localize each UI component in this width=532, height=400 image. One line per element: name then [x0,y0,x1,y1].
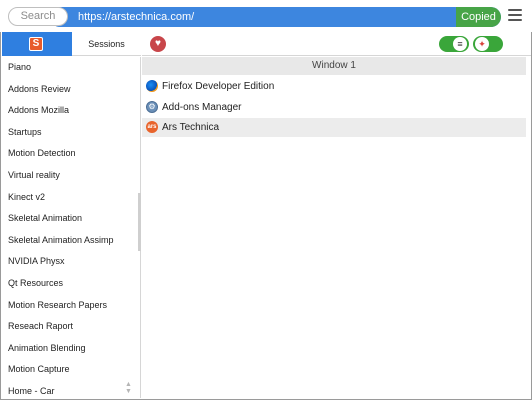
sidebar-item-session[interactable]: Reseach Raport [2,316,140,338]
tab-row[interactable]: Firefox Developer Edition [142,77,526,96]
tab-title: Ars Technica [162,122,220,133]
scroll-arrows-icon[interactable]: ▲ ▼ [124,381,133,395]
session-list: Piano Addons Review Addons Mozilla Startups… [2,57,141,398]
search-input[interactable]: Search [8,7,68,26]
sidebar-item-session[interactable]: Motion Capture [2,359,140,381]
sidebar-item-session[interactable]: Animation Blending [2,338,140,360]
addons-icon: ⚙ [146,100,158,113]
heart-icon[interactable]: ♥ [150,36,166,52]
hamburger-menu-icon[interactable] [508,9,522,23]
window-panel: Window 1 Firefox Developer Edition ⚙ Add… [142,57,531,398]
tab-sessions[interactable]: Sessions [72,32,141,56]
stack-icon: ≡ [453,37,467,51]
sidebar-item-session[interactable]: Qt Resources [2,273,140,295]
tab-row[interactable]: ⚙ Add-ons Manager [142,98,526,117]
sidebar-item-session[interactable]: Piano [2,57,140,79]
sidebar-item-session[interactable]: Virtual reality [2,165,140,187]
sidebar-item-session[interactable]: Home - Car [2,381,140,398]
ars-technica-icon: ars [146,121,158,133]
sidebar-item-session[interactable]: Addons Mozilla [2,100,140,122]
top-bar: https://arstechnica.com/ Copied Search [0,0,532,32]
tab-title: Firefox Developer Edition [162,81,275,92]
session-buddy-logo-icon: S [29,37,43,51]
main-toolbar: ♥ ≡ ✦ [142,32,531,56]
sidebar-item-session[interactable]: Addons Review [2,79,140,101]
sidebar-item-session[interactable]: Motion Research Papers [2,295,140,317]
tab-row-selected[interactable]: ars Ars Technica [142,118,526,137]
pin-icon: ✦ [475,37,489,51]
stack-toggle[interactable]: ≡ [439,36,469,52]
sidebar-item-session[interactable]: Startups [2,122,140,144]
sidebar-item-session[interactable]: NVIDIA Physx [2,251,140,273]
url-text[interactable]: https://arstechnica.com/ [78,7,194,27]
url-bar[interactable]: https://arstechnica.com/ Copied [50,7,501,27]
sidebar-item-session[interactable]: Motion Detection [2,143,140,165]
sidebar-item-session[interactable]: Skeletal Animation [2,208,140,230]
tab-saved-sessions[interactable]: S [2,32,72,56]
sidebar-item-session[interactable]: Skeletal Animation Assimp [2,230,140,252]
sidebar-scrollbar[interactable] [138,193,141,251]
pin-toggle[interactable]: ✦ [473,36,503,52]
tab-title: Add-ons Manager [162,101,242,113]
window-title: Window 1 [142,57,526,75]
copied-button[interactable]: Copied [456,7,501,27]
firefox-icon [146,80,158,92]
sidebar-item-session[interactable]: Kinect v2 [2,187,140,209]
